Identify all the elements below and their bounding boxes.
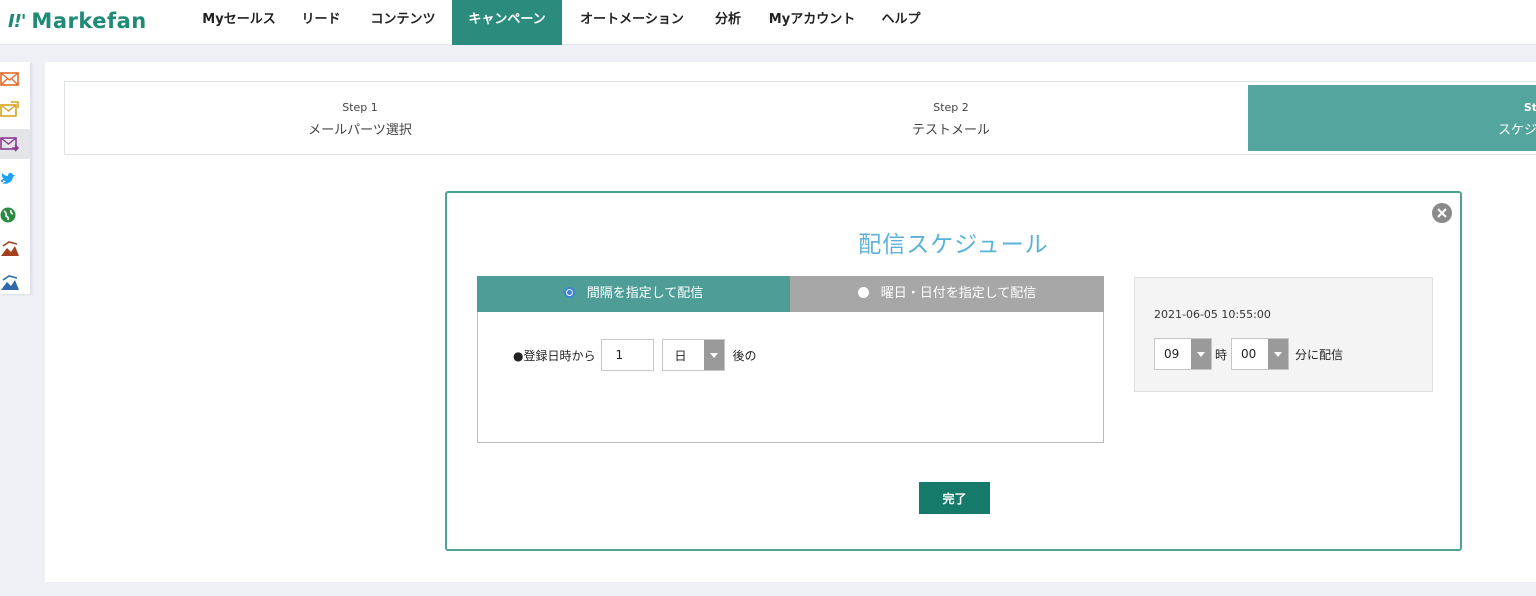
step-1-number: Step 1 <box>342 101 378 114</box>
landing-page-alt-icon[interactable] <box>0 268 30 298</box>
nav-item-my-account[interactable]: Myアカウント <box>760 0 864 45</box>
step-2: Step 2 テストメール <box>655 82 1247 154</box>
mail-icon[interactable] <box>0 64 30 94</box>
time-row: 09 時 00 分に配信 <box>1154 338 1343 370</box>
interval-unit-value: 日 <box>674 348 687 363</box>
step-indicator: Step 1 メールパーツ選択 Step 2 テストメール St スケジ <box>64 81 1536 155</box>
globe-icon[interactable] <box>0 200 30 230</box>
chevron-down-icon <box>1191 339 1211 369</box>
close-button[interactable] <box>1432 203 1452 223</box>
twitter-icon[interactable] <box>0 163 30 193</box>
nav-item-my-sales[interactable]: Myセールス <box>196 0 282 45</box>
step-2-number: Step 2 <box>933 101 969 114</box>
schedule-modal: 配信スケジュール 間隔を指定して配信 曜日・日付を指定して配信 ●登録日時から … <box>445 191 1462 551</box>
nav-item-campaign[interactable]: キャンペーン <box>452 0 562 45</box>
interval-row: ●登録日時から 日 後の <box>513 339 757 371</box>
nav-item-help[interactable]: ヘルプ <box>870 0 932 45</box>
radio-date[interactable] <box>857 287 869 298</box>
nav-item-analytics[interactable]: 分析 <box>706 0 750 45</box>
step-3: St スケジ <box>1248 85 1536 151</box>
step-1: Step 1 メールパーツ選択 <box>65 82 655 154</box>
modal-title: 配信スケジュール <box>858 232 1049 258</box>
logo-mark: I!' <box>8 10 26 32</box>
mail-send-icon[interactable] <box>0 94 30 124</box>
top-nav: I!' Markefan Myセールス リード コンテンツ キャンペーン オート… <box>0 0 1536 45</box>
interval-input[interactable] <box>601 339 655 371</box>
landing-page-icon[interactable] <box>0 234 30 264</box>
minute-value: 00 <box>1241 347 1257 361</box>
nav-item-contents[interactable]: コンテンツ <box>362 0 444 45</box>
close-icon <box>1437 208 1447 218</box>
interval-prefix: ●登録日時から <box>513 348 596 363</box>
interval-unit-select[interactable]: 日 <box>662 339 726 371</box>
step-1-label: メールパーツ選択 <box>308 123 412 138</box>
time-panel: 2021-06-05 10:55:00 09 時 00 分に配信 <box>1134 277 1433 392</box>
chevron-down-icon <box>704 340 725 370</box>
tab-date-label: 曜日・日付を指定して配信 <box>880 286 1037 301</box>
nav-item-automation[interactable]: オートメーション <box>570 0 694 45</box>
interval-panel: ●登録日時から 日 後の <box>477 312 1104 443</box>
registration-datetime: 2021-06-05 10:55:00 <box>1154 308 1271 321</box>
tab-interval[interactable]: 間隔を指定して配信 <box>477 276 790 312</box>
done-button[interactable]: 完了 <box>919 482 990 514</box>
brand-logo[interactable]: I!' Markefan <box>8 6 147 36</box>
left-sidebar <box>0 62 31 294</box>
hour-value: 09 <box>1164 347 1180 361</box>
interval-suffix: 後の <box>732 348 757 363</box>
mail-forward-icon[interactable] <box>0 129 30 159</box>
minute-label: 分に配信 <box>1295 347 1344 362</box>
step-2-label: テストメール <box>911 123 990 138</box>
hour-label: 時 <box>1215 347 1228 362</box>
tab-interval-label: 間隔を指定して配信 <box>586 286 704 301</box>
schedule-mode-tabs: 間隔を指定して配信 曜日・日付を指定して配信 <box>477 276 1104 312</box>
tab-date[interactable]: 曜日・日付を指定して配信 <box>790 276 1104 312</box>
logo-text: Markefan <box>31 9 147 33</box>
nav-item-leads[interactable]: リード <box>290 0 352 45</box>
hour-select[interactable]: 09 <box>1154 338 1212 370</box>
step-3-label: スケジ <box>1497 123 1536 138</box>
radio-interval[interactable] <box>563 287 575 298</box>
minute-select[interactable]: 00 <box>1231 338 1290 370</box>
chevron-down-icon <box>1268 339 1289 369</box>
step-3-number: St <box>1523 101 1536 114</box>
